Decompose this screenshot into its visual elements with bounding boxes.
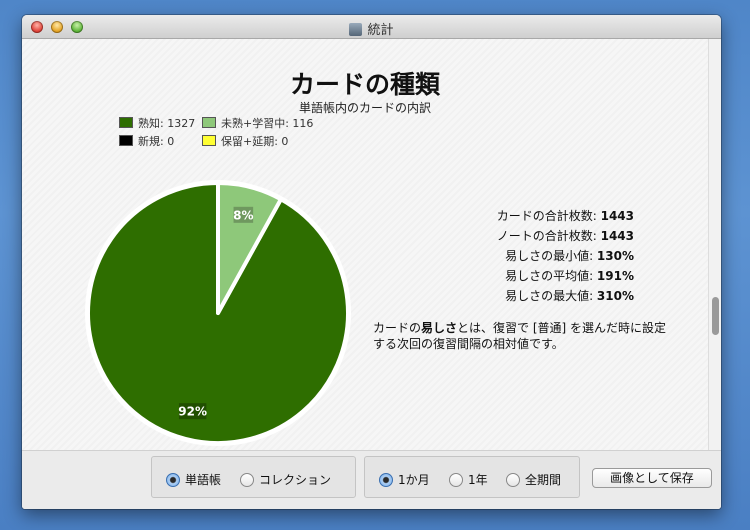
stat-value: 191% — [596, 269, 634, 283]
radio-1-year-indicator[interactable] — [449, 473, 463, 487]
bottom-toolbar: 単語帳 コレクション 1か月 1年 全期間 画像として保存 — [22, 450, 721, 509]
chart-subtitle: 単語帳内のカードの内訳 — [298, 101, 431, 115]
stat-label: 易しさの最小値: — [505, 249, 597, 263]
pie-label-young-learning: 8% — [233, 208, 253, 222]
note-bold: 易しさ — [421, 321, 458, 335]
stat-label: 易しさの平均値: — [505, 269, 597, 283]
stat-value: 1443 — [600, 229, 634, 243]
legend-item-mature: 熟知: 1327 — [119, 115, 195, 131]
title-bar: 統計 — [22, 15, 721, 39]
legend-swatch-new — [119, 135, 133, 146]
radio-1-year[interactable]: 1年 — [449, 471, 488, 488]
window-title: 統計 — [367, 23, 394, 38]
chart-title: カードの種類 — [289, 70, 440, 99]
legend-swatch-mature — [119, 117, 133, 128]
save-image-button[interactable]: 画像として保存 — [592, 468, 712, 488]
radio-1-month-label: 1か月 — [398, 473, 430, 487]
legend-label-young-learning: 未熟+学習中: 116 — [221, 117, 314, 130]
legend-label-new: 新規: 0 — [138, 135, 175, 148]
stats-app-icon — [349, 23, 363, 36]
vertical-scrollbar[interactable] — [708, 39, 721, 450]
scope-radio-group: 単語帳 コレクション — [151, 456, 356, 498]
radio-deck-indicator[interactable] — [166, 473, 180, 487]
radio-all-time-indicator[interactable] — [506, 473, 520, 487]
legend-swatch-young-learning — [202, 117, 216, 128]
period-radio-group: 1か月 1年 全期間 — [364, 456, 580, 498]
scrollbar-thumb[interactable] — [712, 297, 719, 335]
radio-1-year-label: 1年 — [468, 473, 488, 487]
radio-deck-label: 単語帳 — [185, 473, 222, 487]
note-prefix: カードの — [373, 321, 422, 335]
pie-chart: 92% 8% — [85, 180, 351, 446]
pie-label-mature: 92% — [178, 405, 207, 419]
stats-window: 統計 カードの種類 単語帳内のカードの内訳 熟知: 1327 未熟+学習中: 1… — [22, 15, 721, 509]
stat-total-cards: カードの合計枚数: 1443 — [402, 207, 634, 224]
legend-label-mature: 熟知: 1327 — [138, 117, 196, 130]
stat-label: カードの合計枚数: — [496, 209, 601, 223]
stat-max-ease: 易しさの最大値: 310% — [402, 287, 634, 304]
ease-explanation: カードの易しさとは、復習で [普通] を選んだ時に設定する次回の復習間隔の相対値… — [373, 320, 673, 352]
radio-all-time-label: 全期間 — [525, 473, 562, 487]
stat-total-notes: ノートの合計枚数: 1443 — [402, 227, 634, 244]
radio-1-month[interactable]: 1か月 — [379, 471, 430, 488]
window-title-wrap: 統計 — [22, 19, 721, 38]
stat-label: 易しさの最大値: — [505, 289, 597, 303]
stat-label: ノートの合計枚数: — [496, 229, 601, 243]
radio-collection-label: コレクション — [259, 473, 332, 487]
stat-min-ease: 易しさの最小値: 130% — [402, 247, 634, 264]
radio-collection-indicator[interactable] — [240, 473, 254, 487]
stat-value: 310% — [596, 289, 634, 303]
stat-avg-ease: 易しさの平均値: 191% — [402, 267, 634, 284]
stat-value: 130% — [596, 249, 634, 263]
legend-swatch-suspended-buried — [202, 135, 216, 146]
legend-item-new: 新規: 0 — [119, 133, 174, 149]
radio-1-month-indicator[interactable] — [379, 473, 393, 487]
legend-item-suspended-buried: 保留+延期: 0 — [202, 133, 288, 149]
radio-deck[interactable]: 単語帳 — [166, 471, 221, 488]
stat-value: 1443 — [600, 209, 634, 223]
legend-label-suspended-buried: 保留+延期: 0 — [221, 135, 289, 148]
legend-item-young-learning: 未熟+学習中: 116 — [202, 115, 313, 131]
radio-all-time[interactable]: 全期間 — [506, 471, 561, 488]
radio-collection[interactable]: コレクション — [240, 471, 331, 488]
stats-content: カードの種類 単語帳内のカードの内訳 熟知: 1327 未熟+学習中: 116 … — [22, 39, 708, 450]
